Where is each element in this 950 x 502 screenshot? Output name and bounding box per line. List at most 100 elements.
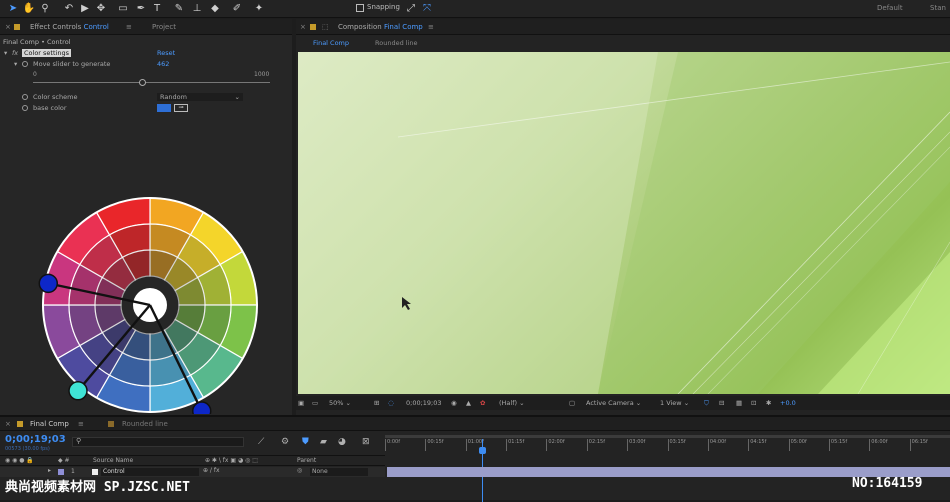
- watermark-right: NO:164159: [852, 476, 923, 491]
- snapping-checkbox[interactable]: [356, 4, 364, 12]
- ruler-tick-label: 02:00f: [546, 439, 565, 451]
- expand-icon[interactable]: ⤧: [420, 2, 434, 15]
- mask-visibility-icon[interactable]: ◌: [388, 396, 394, 410]
- col-source-name[interactable]: Source Name: [93, 457, 133, 464]
- slider-track[interactable]: [33, 82, 270, 83]
- tab-project[interactable]: Project: [152, 23, 176, 31]
- show-snapshot-icon[interactable]: ▲: [466, 396, 471, 410]
- base-color-row: base color ⊸: [0, 103, 292, 113]
- menu-icon[interactable]: ≡: [428, 23, 434, 31]
- region-icon[interactable]: ▢: [569, 396, 575, 410]
- wheel-handle[interactable]: [68, 381, 88, 401]
- camera-dropdown[interactable]: Active Camera ⌄: [586, 396, 641, 410]
- eraser-tool-icon[interactable]: ◆: [208, 2, 222, 15]
- color-channel-icon[interactable]: ✿: [480, 396, 485, 410]
- workspace-standard[interactable]: Stan: [930, 4, 946, 12]
- fx-icon[interactable]: fx: [12, 48, 18, 58]
- menu-icon[interactable]: ≡: [126, 23, 132, 31]
- safe-zones-icon[interactable]: ⊞: [374, 396, 379, 410]
- tab-composition[interactable]: Composition Final Comp: [338, 23, 423, 31]
- col-parent[interactable]: Parent: [297, 457, 316, 464]
- snapshot-icon[interactable]: ◉: [451, 396, 457, 410]
- slider-handle[interactable]: [138, 79, 146, 86]
- effect-header-row: ▾ fx Color settings Reset: [0, 48, 292, 58]
- pen-tool-icon[interactable]: ✒: [134, 2, 148, 15]
- subtab-rounded-line[interactable]: Rounded line: [375, 39, 418, 47]
- time-ruler[interactable]: 0:00f 00:15f 01:00f 01:15f 02:00f 02:15f 03:00…: [385, 439, 950, 455]
- selection-tool-icon[interactable]: ➤: [6, 2, 20, 15]
- camera-tool-icon[interactable]: ▶: [78, 2, 92, 15]
- grid-icon[interactable]: ⊟: [719, 396, 724, 410]
- snapping-label: Snapping: [367, 3, 400, 11]
- reset-button[interactable]: Reset: [157, 48, 175, 58]
- type-tool-icon[interactable]: T: [150, 2, 164, 15]
- close-icon[interactable]: ×: [5, 23, 11, 31]
- parent-link-icon[interactable]: ◎: [297, 467, 302, 474]
- menu-icon[interactable]: ≡: [78, 420, 84, 428]
- toolbar: ➤ ✋ ⚲ ↶ ▶ ✥ ▭ ✒ T ✎ ⊥ ◆ ✐ ✦ Snapping ⤢ ⤧…: [0, 0, 950, 18]
- fast-previews-icon[interactable]: ▦: [736, 396, 742, 410]
- stopwatch-icon[interactable]: [22, 61, 28, 67]
- snap-icon[interactable]: ⤢: [404, 2, 418, 15]
- rotate-tool-icon[interactable]: ↶: [62, 2, 76, 15]
- close-icon[interactable]: ×: [300, 23, 306, 31]
- exposure-icon[interactable]: ✱: [766, 396, 771, 410]
- ruler-tick-label: 02:15f: [586, 439, 605, 451]
- draft-3d-icon[interactable]: ⚙: [281, 437, 289, 447]
- playhead-handle[interactable]: [479, 447, 486, 454]
- stopwatch-icon[interactable]: [22, 105, 28, 111]
- zoom-dropdown[interactable]: 50% ⌄: [329, 396, 351, 410]
- viewer-toolbar: ▣ ▭ 50% ⌄ ⊞ ◌ 0;00;19;03 ◉ ▲ ✿ (Half) ⌄ …: [296, 396, 950, 410]
- hand-tool-icon[interactable]: ✋: [22, 2, 36, 15]
- resolution-dropdown[interactable]: (Half) ⌄: [499, 396, 525, 410]
- wheel-handle[interactable]: [38, 273, 59, 294]
- lock-icon[interactable]: ⬚: [322, 23, 329, 31]
- viewer-timecode[interactable]: 0;00;19;03: [406, 396, 442, 410]
- tab-effect-controls[interactable]: Effect Controls Control: [30, 23, 109, 31]
- frame-blending-icon[interactable]: ▰: [320, 437, 327, 447]
- exposure-value[interactable]: +0.0: [780, 396, 796, 410]
- motion-blur-icon[interactable]: ◕: [338, 437, 346, 447]
- layer-switches[interactable]: ⊕ / fx: [203, 467, 220, 474]
- guides-icon[interactable]: ⛉: [704, 396, 709, 410]
- slider-max: 1000: [254, 71, 270, 78]
- display-icon[interactable]: ▭: [312, 396, 318, 410]
- close-icon[interactable]: ×: [5, 420, 11, 428]
- mask-tool-icon[interactable]: ▭: [116, 2, 130, 15]
- composition-viewer[interactable]: [298, 52, 950, 394]
- color-scheme-dropdown[interactable]: Random ⌄: [157, 93, 243, 101]
- chevron-down-icon[interactable]: ▾: [14, 59, 17, 69]
- clone-stamp-tool-icon[interactable]: ⊥: [190, 2, 204, 15]
- always-preview-icon[interactable]: ▣: [298, 396, 304, 410]
- puppet-pin-tool-icon[interactable]: ✦: [252, 2, 266, 15]
- shy-layers-icon[interactable]: ⛊: [302, 437, 309, 447]
- current-time[interactable]: 0;00;19;03: [5, 434, 66, 445]
- graph-editor-icon[interactable]: ⊠: [362, 437, 370, 447]
- work-area-bar[interactable]: [385, 435, 950, 438]
- composition-tabbar: × ⬚ Composition Final Comp ≡: [296, 19, 950, 35]
- timeline-search-input[interactable]: ⚲: [72, 437, 244, 447]
- stopwatch-icon[interactable]: [22, 94, 28, 100]
- tab-rounded-line[interactable]: Rounded line: [122, 420, 168, 428]
- breadcrumb: Final Comp • Control: [3, 38, 71, 46]
- expand-icon[interactable]: ▸: [48, 467, 51, 474]
- eyedropper-icon[interactable]: ⊸: [174, 104, 188, 112]
- zoom-tool-icon[interactable]: ⚲: [38, 2, 52, 15]
- ruler-tick-label: 03:15f: [667, 439, 686, 451]
- pan-behind-tool-icon[interactable]: ✥: [94, 2, 108, 15]
- flowchart-icon[interactable]: ⊡: [751, 396, 756, 410]
- ruler-tick-label: 06:15f: [909, 439, 928, 451]
- base-color-swatch[interactable]: [157, 104, 171, 112]
- wheel-handle[interactable]: [191, 401, 212, 414]
- subtab-final-comp[interactable]: Final Comp: [313, 39, 349, 47]
- brush-tool-icon[interactable]: ✎: [172, 2, 186, 15]
- comp-mini-flowchart-icon[interactable]: ⟋: [258, 437, 264, 447]
- workspace-default[interactable]: Default: [877, 4, 903, 12]
- color-wheel[interactable]: [38, 184, 268, 414]
- chevron-down-icon[interactable]: ▾: [4, 48, 7, 58]
- views-dropdown[interactable]: 1 View ⌄: [660, 396, 689, 410]
- slider-value[interactable]: 462: [157, 59, 169, 69]
- tab-final-comp[interactable]: Final Comp: [30, 420, 69, 428]
- roto-brush-tool-icon[interactable]: ✐: [230, 2, 244, 15]
- effect-name[interactable]: Color settings: [22, 49, 71, 57]
